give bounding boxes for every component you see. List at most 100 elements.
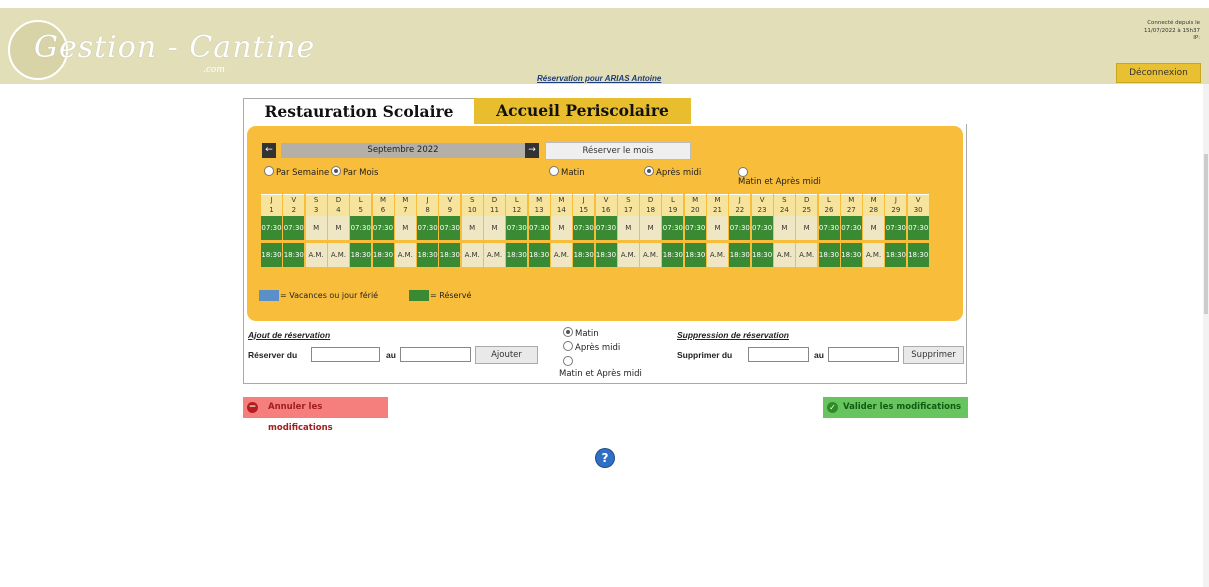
afternoon-slot[interactable]: A.M. <box>550 243 572 267</box>
afternoon-slot[interactable]: 18:30 <box>528 243 550 267</box>
afternoon-slot[interactable]: 18:30 <box>350 243 372 267</box>
morning-slot[interactable]: M <box>461 216 483 240</box>
reserve-from-input[interactable] <box>311 347 380 362</box>
period-afternoon-option[interactable]: Après midi <box>644 166 701 178</box>
morning-slot[interactable]: M <box>305 216 327 240</box>
afternoon-slot[interactable]: 18:30 <box>506 243 528 267</box>
day-number: 19 <box>668 206 678 214</box>
day-header: L 19 <box>662 194 684 216</box>
afternoon-slot[interactable]: A.M. <box>707 243 728 267</box>
morning-slot[interactable]: 07:30 <box>885 216 907 240</box>
remove-to-input[interactable] <box>828 347 899 362</box>
morning-slot[interactable]: M <box>394 216 416 240</box>
morning-slot[interactable]: M <box>773 216 795 240</box>
morning-slot[interactable]: 07:30 <box>506 216 528 240</box>
morning-slot[interactable]: 07:30 <box>729 216 751 240</box>
bottom-morning-option[interactable]: Matin <box>563 327 599 339</box>
morning-slot[interactable]: 07:30 <box>528 216 550 240</box>
morning-slot[interactable]: M <box>550 216 572 240</box>
morning-slot[interactable]: 07:30 <box>573 216 595 240</box>
bottom-both-option[interactable] <box>563 356 575 368</box>
afternoon-slot[interactable]: A.M. <box>863 243 885 267</box>
bottom-afternoon-radio[interactable] <box>563 341 573 351</box>
afternoon-slot[interactable]: 18:30 <box>283 243 305 267</box>
afternoon-slot[interactable]: 18:30 <box>729 243 751 267</box>
afternoon-slot[interactable]: 18:30 <box>840 243 862 267</box>
morning-slot[interactable]: 07:30 <box>907 216 929 240</box>
period-both-radio[interactable] <box>738 167 748 177</box>
next-month-button[interactable]: → <box>525 143 539 158</box>
afternoon-slot[interactable]: A.M. <box>394 243 416 267</box>
morning-slot[interactable]: 07:30 <box>372 216 394 240</box>
day-header: M 13 <box>528 194 550 216</box>
period-afternoon-radio[interactable] <box>644 166 654 176</box>
day-header: S 10 <box>461 194 483 216</box>
afternoon-slot[interactable]: 18:30 <box>751 243 773 267</box>
reserve-to-input[interactable] <box>400 347 471 362</box>
month-label: Septembre 2022 <box>281 143 525 158</box>
afternoon-slot[interactable]: A.M. <box>796 243 818 267</box>
help-icon[interactable]: ? <box>596 449 614 467</box>
prev-month-button[interactable]: ← <box>262 143 276 158</box>
morning-slot[interactable]: M <box>327 216 349 240</box>
afternoon-slot[interactable]: 18:30 <box>818 243 840 267</box>
morning-slot[interactable]: 07:30 <box>684 216 706 240</box>
afternoon-slot[interactable]: 18:30 <box>417 243 439 267</box>
morning-slot[interactable]: M <box>796 216 818 240</box>
afternoon-slot[interactable]: 18:30 <box>261 243 282 267</box>
morning-slot[interactable]: 07:30 <box>417 216 439 240</box>
remove-reservation-button[interactable]: Supprimer <box>903 346 964 364</box>
day-number: 7 <box>403 206 408 214</box>
morning-slot[interactable]: 07:30 <box>595 216 617 240</box>
morning-slot[interactable]: M <box>484 216 505 240</box>
validate-changes-button[interactable]: ✓ Valider les modifications <box>823 397 968 418</box>
logout-button[interactable]: Déconnexion <box>1116 63 1201 83</box>
afternoon-slot[interactable]: A.M. <box>461 243 483 267</box>
view-week-radio[interactable] <box>264 166 274 176</box>
morning-slot[interactable]: 07:30 <box>283 216 305 240</box>
bottom-morning-radio[interactable] <box>563 327 573 337</box>
vertical-scrollbar[interactable] <box>1203 84 1209 587</box>
morning-slot[interactable]: 07:30 <box>350 216 372 240</box>
bottom-both-radio[interactable] <box>563 356 573 366</box>
morning-slot[interactable]: 07:30 <box>818 216 840 240</box>
afternoon-slot[interactable]: 18:30 <box>885 243 907 267</box>
afternoon-slot[interactable]: 18:30 <box>372 243 394 267</box>
morning-slot[interactable]: M <box>707 216 728 240</box>
afternoon-slot[interactable]: 18:30 <box>684 243 706 267</box>
tab-restauration-scolaire[interactable]: Restauration Scolaire <box>243 98 475 125</box>
view-week-option[interactable]: Par Semaine <box>264 166 329 178</box>
add-reservation-button[interactable]: Ajouter <box>475 346 538 364</box>
afternoon-slot[interactable]: 18:30 <box>595 243 617 267</box>
morning-slot[interactable]: 07:30 <box>439 216 461 240</box>
afternoon-slot[interactable]: 18:30 <box>573 243 595 267</box>
morning-slot[interactable]: 07:30 <box>751 216 773 240</box>
afternoon-slot[interactable]: A.M. <box>640 243 662 267</box>
afternoon-slot[interactable]: A.M. <box>773 243 795 267</box>
cancel-changes-button[interactable]: − Annuler les modifications <box>243 397 388 433</box>
afternoon-slot[interactable]: 18:30 <box>439 243 461 267</box>
morning-slot[interactable]: M <box>640 216 662 240</box>
afternoon-slot[interactable]: A.M. <box>327 243 349 267</box>
morning-slot[interactable]: 07:30 <box>261 216 282 240</box>
afternoon-slot[interactable]: 18:30 <box>662 243 684 267</box>
afternoon-slot[interactable]: A.M. <box>305 243 327 267</box>
morning-slot[interactable]: M <box>617 216 639 240</box>
afternoon-slot[interactable]: A.M. <box>484 243 505 267</box>
morning-slot[interactable]: 07:30 <box>840 216 862 240</box>
bottom-afternoon-option[interactable]: Après midi <box>563 341 620 353</box>
afternoon-slot[interactable]: 18:30 <box>907 243 929 267</box>
view-month-radio[interactable] <box>331 166 341 176</box>
reserve-month-button[interactable]: Réserver le mois <box>545 142 691 160</box>
day-letter: J <box>582 196 585 204</box>
scrollbar-thumb[interactable] <box>1204 154 1208 314</box>
view-month-option[interactable]: Par Mois <box>331 166 378 178</box>
tab-accueil-periscolaire[interactable]: Accueil Periscolaire <box>474 98 691 124</box>
remove-from-input[interactable] <box>748 347 809 362</box>
day-header: L 26 <box>818 194 840 216</box>
period-morning-option[interactable]: Matin <box>549 166 585 178</box>
morning-slot[interactable]: M <box>863 216 885 240</box>
morning-slot[interactable]: 07:30 <box>662 216 684 240</box>
period-morning-radio[interactable] <box>549 166 559 176</box>
afternoon-slot[interactable]: A.M. <box>617 243 639 267</box>
